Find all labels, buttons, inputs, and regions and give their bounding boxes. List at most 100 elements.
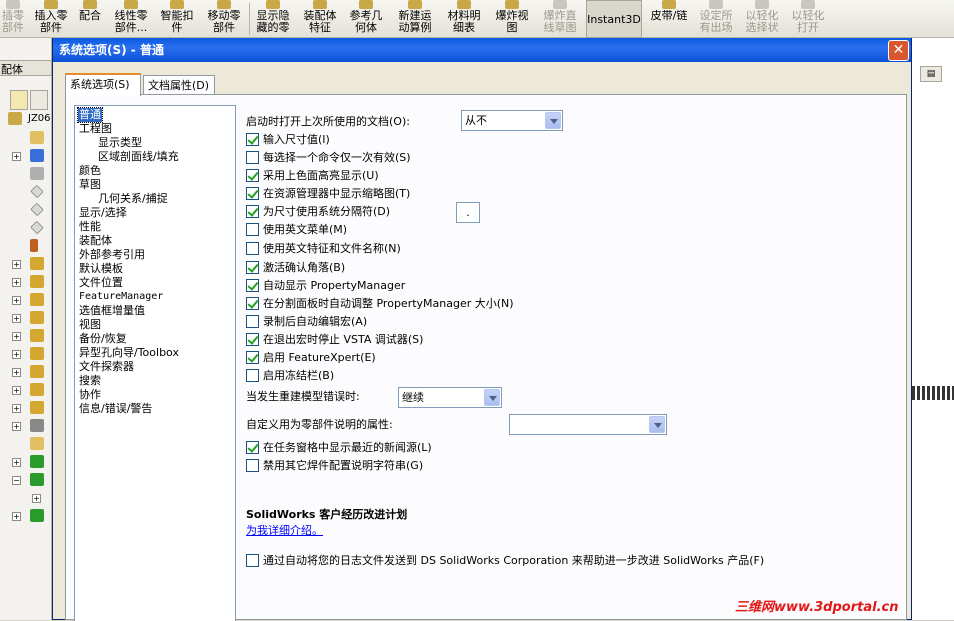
toolbar-item-linear-pattern[interactable]: 线性零 部件...	[108, 0, 154, 38]
toolbar-item-insert-component[interactable]: 插入零 部件	[30, 0, 72, 38]
category-list[interactable]: 普通 工程图 显示类型 区域剖面线/填充 颜色 草图 几何关系/捕捉 显示/选择…	[74, 105, 236, 621]
category-view[interactable]: 视图	[79, 318, 101, 332]
view-options-button[interactable]: ▤	[920, 66, 942, 82]
expand-icon[interactable]: +	[12, 422, 21, 431]
tree-row[interactable]: +	[8, 256, 52, 272]
toolbar-item-reference-geometry[interactable]: 参考几 何体	[345, 0, 387, 38]
tab-document-properties[interactable]: 文档属性(D)	[143, 75, 215, 95]
tab-system-options[interactable]: 系统选项(S)	[65, 73, 141, 96]
open-last-select[interactable]: 从不	[461, 110, 563, 131]
expand-icon[interactable]: +	[12, 458, 21, 467]
chevron-down-icon[interactable]	[649, 416, 665, 433]
expand-icon[interactable]: +	[12, 368, 21, 377]
expand-icon[interactable]: +	[12, 386, 21, 395]
assembly-tab[interactable]: 配体	[0, 60, 52, 76]
checkbox[interactable]	[246, 297, 259, 310]
category-backup-recover[interactable]: 备份/恢复	[79, 332, 127, 346]
category-colors[interactable]: 颜色	[79, 164, 101, 178]
tree-row[interactable]: +	[8, 148, 52, 164]
checkbox[interactable]	[246, 279, 259, 292]
expand-icon[interactable]: +	[12, 278, 21, 287]
checkbox[interactable]	[246, 459, 259, 472]
tree-row[interactable]: +	[8, 274, 52, 290]
toolbar-item-belt-chain[interactable]: 皮带/链	[646, 0, 692, 38]
toolbar-item-lightweight-open[interactable]: 以轻化 打开	[786, 0, 830, 38]
checkbox[interactable]	[246, 315, 259, 328]
tree-row[interactable]	[8, 238, 52, 254]
tree-row[interactable]	[8, 130, 52, 146]
tree-row[interactable]: +	[8, 418, 52, 434]
expand-icon[interactable]: +	[12, 314, 21, 323]
expand-icon[interactable]: +	[12, 332, 21, 341]
category-collaboration[interactable]: 协作	[79, 388, 101, 402]
category-assemblies[interactable]: 装配体	[79, 234, 112, 248]
category-display-style[interactable]: 显示类型	[98, 136, 142, 150]
expand-icon[interactable]: −	[12, 476, 21, 485]
checkbox[interactable]	[246, 441, 259, 454]
checkbox[interactable]	[246, 554, 259, 567]
toolbar-item-set-all[interactable]: 设定所 有出场	[694, 0, 738, 38]
toolbar-item-0[interactable]: 插零 部件	[0, 0, 26, 38]
toolbar-item-mate[interactable]: 配合	[74, 0, 106, 38]
expand-icon[interactable]: +	[12, 260, 21, 269]
category-display-selection[interactable]: 显示/选择	[79, 206, 127, 220]
category-hole-wizard-toolbox[interactable]: 异型孔向导/Toolbox	[79, 346, 179, 360]
tree-row[interactable]: +	[8, 346, 52, 362]
category-messages-errors-warnings[interactable]: 信息/错误/警告	[79, 402, 152, 416]
expand-icon[interactable]: +	[12, 152, 21, 161]
property-tab-icon[interactable]	[30, 90, 48, 110]
category-file-locations[interactable]: 文件位置	[79, 276, 123, 290]
tree-row[interactable]: +	[8, 454, 52, 470]
toolbar-item-smart-fasteners[interactable]: 智能扣 件	[156, 0, 198, 38]
checkbox[interactable]	[246, 369, 259, 382]
toolbar-item-explode-line-sketch[interactable]: 爆炸直 线草图	[538, 0, 582, 38]
tree-row[interactable]	[8, 166, 52, 182]
tree-row[interactable]	[8, 220, 52, 236]
category-drawings[interactable]: 工程图	[79, 122, 112, 136]
checkbox[interactable]	[246, 351, 259, 364]
checkbox[interactable]	[246, 133, 259, 146]
tree-row[interactable]: +	[8, 400, 52, 416]
tree-row[interactable]: +	[8, 508, 52, 524]
checkbox[interactable]	[246, 205, 259, 218]
expand-icon[interactable]: +	[12, 296, 21, 305]
tree-row[interactable]: +	[8, 310, 52, 326]
expand-icon[interactable]: +	[32, 494, 41, 503]
tree-row[interactable]: +	[8, 328, 52, 344]
expand-icon[interactable]: +	[12, 350, 21, 359]
category-search[interactable]: 搜索	[79, 374, 101, 388]
tree-row[interactable]: +	[8, 382, 52, 398]
checkbox[interactable]	[246, 187, 259, 200]
tree-row[interactable]	[8, 184, 52, 200]
custom-prop-select[interactable]	[509, 414, 667, 435]
tree-row[interactable]	[8, 436, 52, 452]
category-performance[interactable]: 性能	[79, 220, 101, 234]
tree-row[interactable]: +	[8, 292, 52, 308]
tree-row[interactable]: +	[8, 490, 52, 506]
tree-row[interactable]: +	[8, 364, 52, 380]
checkbox[interactable]	[246, 223, 259, 236]
chevron-down-icon[interactable]	[545, 112, 561, 129]
tree-root-row[interactable]	[8, 111, 52, 127]
toolbar-item-lightweight-select[interactable]: 以轻化 选择状	[740, 0, 784, 38]
tree-row[interactable]	[8, 202, 52, 218]
category-default-templates[interactable]: 默认模板	[79, 262, 123, 276]
category-file-explorer[interactable]: 文件探索器	[79, 360, 134, 374]
graphics-area[interactable]	[910, 38, 954, 620]
chevron-down-icon[interactable]	[484, 389, 500, 406]
toolbar-item-assembly-features[interactable]: 装配体 特征	[298, 0, 342, 38]
toolbar-item-new-motion-study[interactable]: 新建运 动算例	[394, 0, 436, 38]
category-relations-snaps[interactable]: 几何关系/捕捉	[98, 192, 168, 206]
checkbox[interactable]	[246, 242, 259, 255]
rebuild-error-select[interactable]: 继续	[398, 387, 502, 408]
close-button[interactable]: ✕	[888, 40, 909, 61]
toolbar-item-exploded-view[interactable]: 爆炸视 图	[490, 0, 534, 38]
category-area-hatch[interactable]: 区域剖面线/填充	[98, 150, 179, 164]
feature-tree-tab-icon[interactable]	[10, 90, 28, 110]
checkbox[interactable]	[246, 261, 259, 274]
expand-icon[interactable]: +	[12, 512, 21, 521]
toolbar-item-move-component[interactable]: 移动零 部件	[202, 0, 246, 38]
toolbar-item-instant3d[interactable]: Instant3D	[586, 0, 642, 38]
category-external-references[interactable]: 外部参考引用	[79, 248, 145, 262]
category-sketch[interactable]: 草图	[79, 178, 101, 192]
